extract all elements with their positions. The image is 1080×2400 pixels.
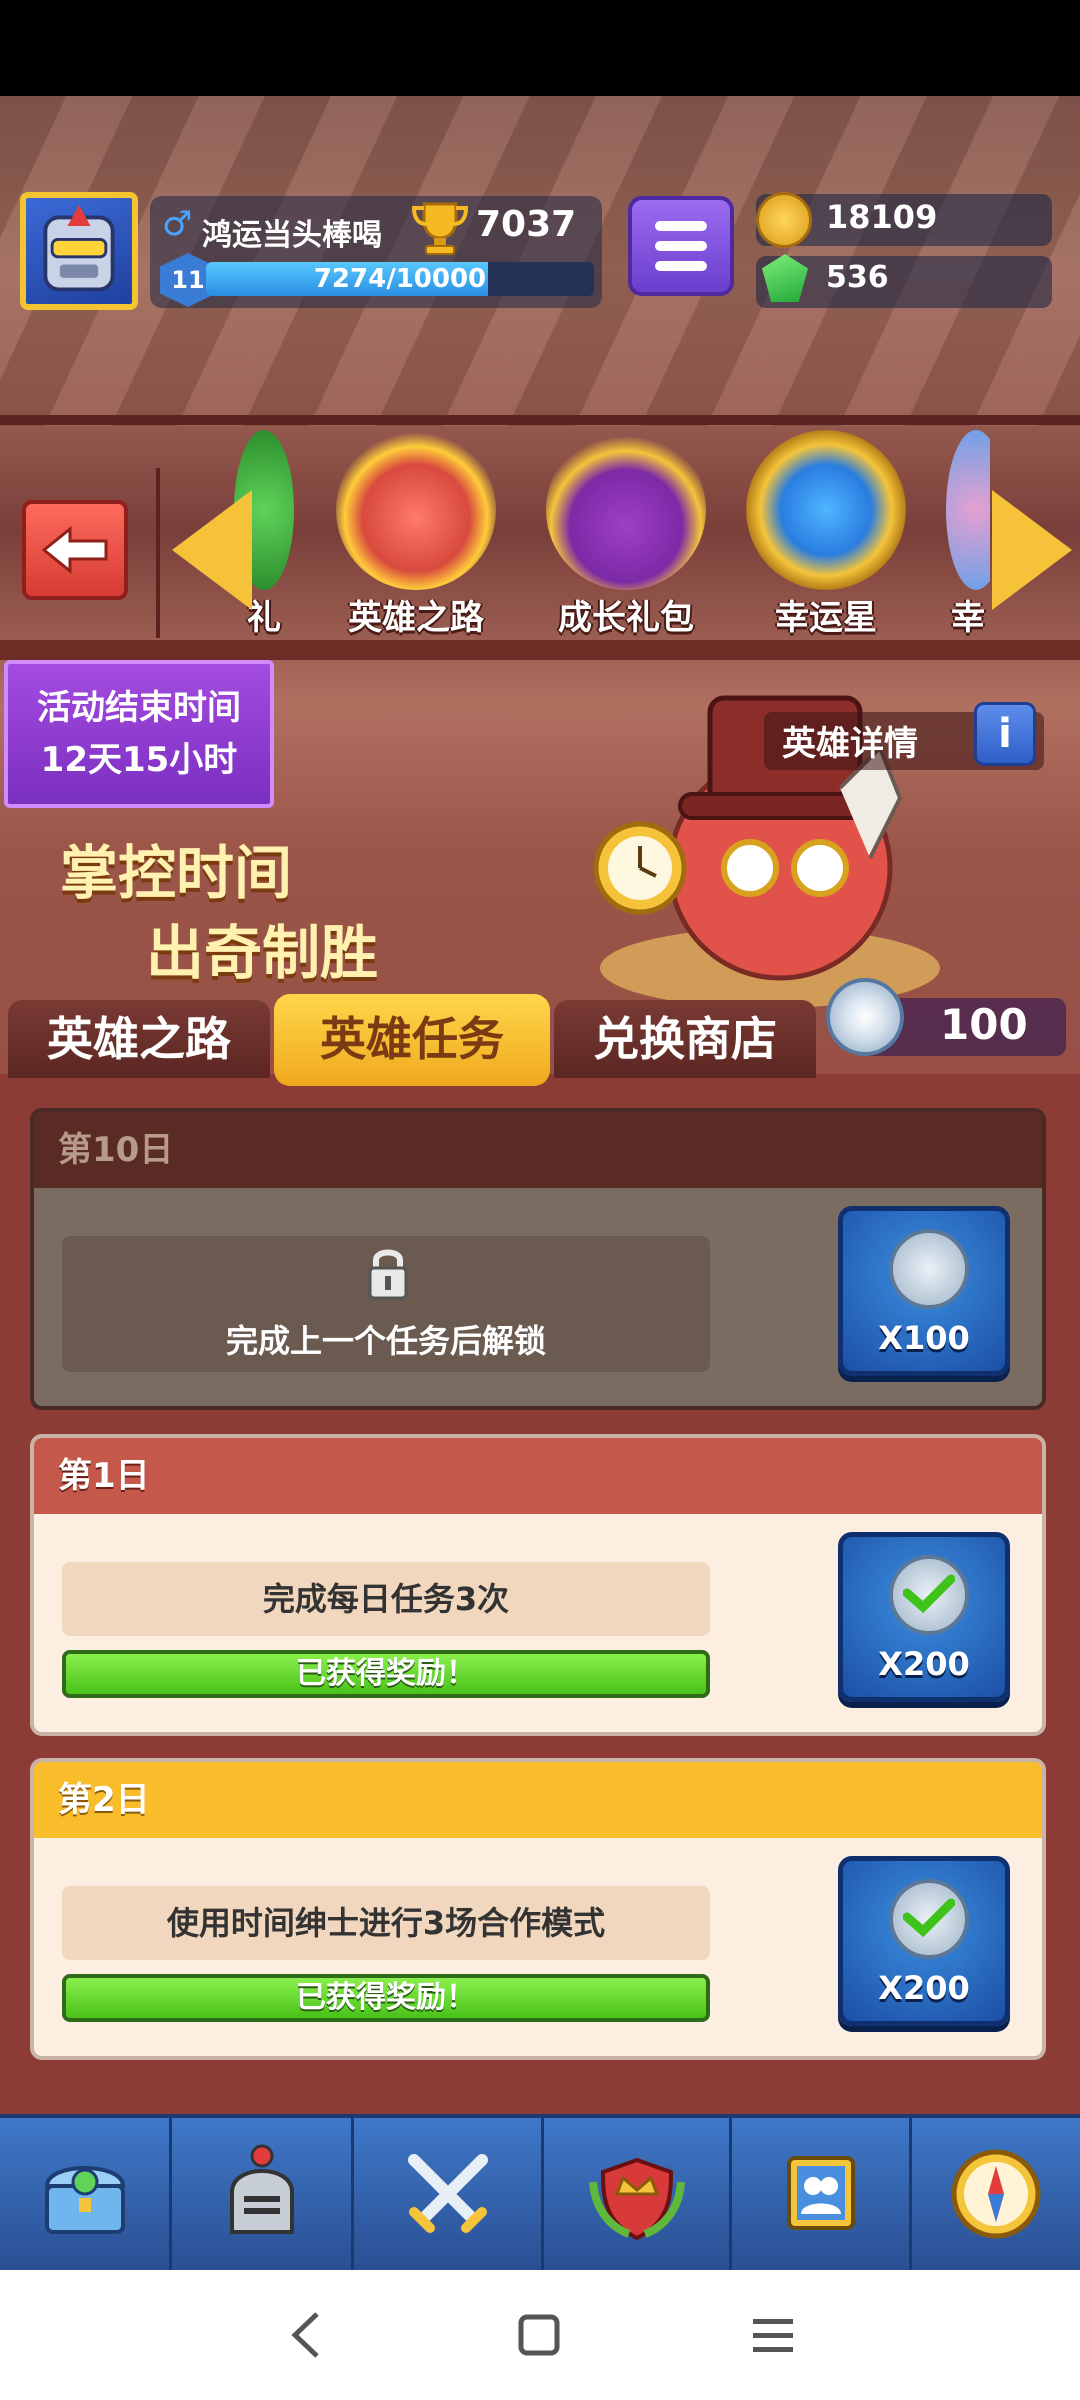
xp-text: 7274/10000 xyxy=(313,264,487,294)
hero-token-icon xyxy=(889,1879,969,1959)
robot-avatar-icon xyxy=(43,204,115,292)
time-gentleman-hero-icon xyxy=(336,430,496,590)
hamburger-line-icon xyxy=(655,221,707,231)
team-banner-icon xyxy=(786,2156,855,2230)
treasure-chest-icon xyxy=(44,2166,125,2234)
timer-value: 12天15小时 xyxy=(40,740,238,780)
app-screen: ♂ 鸿运当头棒喝 7037 11 7274/10000 18109 536 礼 … xyxy=(0,0,1080,2400)
chevron-left-icon xyxy=(291,2312,319,2358)
status-bar xyxy=(0,0,1080,96)
task-day-label: 第10日 xyxy=(34,1112,1042,1188)
reward-amount: X200 xyxy=(878,1645,970,1683)
task-card-body: 使用时间绅士进行3场合作模式 已获得奖励！ X200 xyxy=(34,1838,1042,2056)
carousel-left-arrow-icon[interactable] xyxy=(172,490,252,610)
task-day-label: 第2日 xyxy=(34,1762,1042,1838)
trophy-count: 7037 xyxy=(476,204,577,245)
timer-title: 活动结束时间 xyxy=(37,688,241,728)
hero-details-label[interactable]: 英雄详情 xyxy=(782,716,918,765)
nav-social[interactable] xyxy=(732,2118,912,2270)
system-home-button[interactable] xyxy=(504,2300,574,2370)
nav-explore[interactable] xyxy=(912,2118,1080,2270)
character-icon xyxy=(946,430,990,590)
lucky-star-icon xyxy=(746,430,906,590)
carousel-divider xyxy=(156,468,160,638)
knight-helmet-icon xyxy=(229,2144,294,2234)
system-back-button[interactable] xyxy=(272,2300,342,2370)
reward-amount: X200 xyxy=(878,1969,970,2007)
locked-task-text: 完成上一个任务后解锁 xyxy=(225,1322,546,1360)
compass-icon xyxy=(951,2149,1041,2239)
crown-shield-icon xyxy=(588,2157,685,2241)
gem-count: 536 xyxy=(826,260,889,295)
locked-task-box: 完成上一个任务后解锁 xyxy=(62,1236,710,1372)
task-progress-bar: 已获得奖励！ xyxy=(62,1650,710,1698)
crossed-swords-icon xyxy=(407,2154,488,2233)
tab-hero-tasks[interactable]: 英雄任务 xyxy=(274,994,550,1086)
event-timer: 活动结束时间 12天15小时 xyxy=(4,660,274,808)
reward-button[interactable]: X100 xyxy=(838,1206,1010,1376)
male-symbol-icon: ♂ xyxy=(162,204,193,244)
task-card-day-1: 第1日 完成每日任务3次 已获得奖励！ X200 xyxy=(30,1434,1046,1736)
task-description: 使用时间绅士进行3场合作模式 xyxy=(62,1886,710,1960)
hamburger-line-icon xyxy=(655,261,707,271)
task-progress-text: 已获得奖励！ xyxy=(296,1980,476,2015)
wall-rail xyxy=(0,415,1080,425)
reward-claimed-button[interactable]: X200 xyxy=(838,1856,1010,2026)
hero-token-icon xyxy=(889,1229,969,1309)
hero-token-icon xyxy=(826,978,904,1056)
carousel-item-partial-right[interactable]: 幸 xyxy=(946,430,990,639)
info-button[interactable]: i xyxy=(974,702,1036,766)
hamburger-line-icon xyxy=(655,241,707,251)
back-arrow-icon xyxy=(41,525,108,575)
player-name: 鸿运当头棒喝 xyxy=(202,218,382,253)
task-card-body: 完成每日任务3次 已获得奖励！ X200 xyxy=(34,1514,1042,1732)
main-menu-button[interactable] xyxy=(628,196,734,296)
token-count: 100 xyxy=(940,1000,1028,1049)
task-day-label: 第1日 xyxy=(34,1438,1042,1514)
reward-claimed-button[interactable]: X200 xyxy=(838,1532,1010,1702)
task-description: 完成每日任务3次 xyxy=(62,1562,710,1636)
task-card-body: 完成上一个任务后解锁 X100 xyxy=(34,1188,1042,1406)
back-button[interactable] xyxy=(22,500,128,600)
shelf-divider xyxy=(0,640,1080,660)
task-progress-text: 已获得奖励！ xyxy=(296,1656,476,1691)
padlock-icon xyxy=(368,1249,408,1300)
gold-coin-icon xyxy=(756,192,812,248)
info-icon: i xyxy=(998,711,1012,757)
nav-clan[interactable] xyxy=(544,2118,732,2270)
hero-token-icon xyxy=(889,1555,969,1635)
square-home-icon xyxy=(518,2314,560,2356)
trophy-icon xyxy=(411,202,469,255)
carousel-right-arrow-icon[interactable] xyxy=(992,490,1072,610)
coin-count: 18109 xyxy=(826,198,938,236)
task-progress-bar: 已获得奖励！ xyxy=(62,1974,710,2022)
menu-lines-icon xyxy=(753,2319,793,2352)
carousel-item-label: 幸 xyxy=(951,598,985,638)
checkmark-icon xyxy=(903,1574,955,1613)
system-recents-button[interactable] xyxy=(738,2300,808,2370)
carousel-item-growth-pack[interactable]: 成长礼包 xyxy=(546,430,706,639)
checkmark-icon xyxy=(903,1898,955,1937)
nav-heroes[interactable] xyxy=(172,2118,354,2270)
carousel-item-label: 英雄之路 xyxy=(348,598,484,638)
nav-battle[interactable] xyxy=(354,2118,544,2270)
carousel-item-label: 成长礼包 xyxy=(558,598,694,638)
task-card-day-2: 第2日 使用时间绅士进行3场合作模式 已获得奖励！ X200 xyxy=(30,1758,1046,2060)
carousel-item-label: 幸运星 xyxy=(775,598,877,638)
tab-exchange-shop[interactable]: 兑换商店 xyxy=(554,1000,816,1078)
slogan-line-1: 掌控时间 xyxy=(60,839,293,907)
carousel-item-hero-road[interactable]: 英雄之路 xyxy=(336,430,496,639)
nav-shop[interactable] xyxy=(0,2118,172,2270)
treasure-bag-icon xyxy=(546,430,706,590)
tab-hero-road[interactable]: 英雄之路 xyxy=(8,1000,270,1078)
player-avatar[interactable] xyxy=(20,192,138,310)
task-card-locked: 第10日 完成上一个任务后解锁 X100 xyxy=(30,1108,1046,1410)
reward-amount: X100 xyxy=(878,1319,970,1357)
slogan-line-2: 出奇制胜 xyxy=(146,919,379,987)
carousel-item-lucky-star[interactable]: 幸运星 xyxy=(746,430,906,639)
